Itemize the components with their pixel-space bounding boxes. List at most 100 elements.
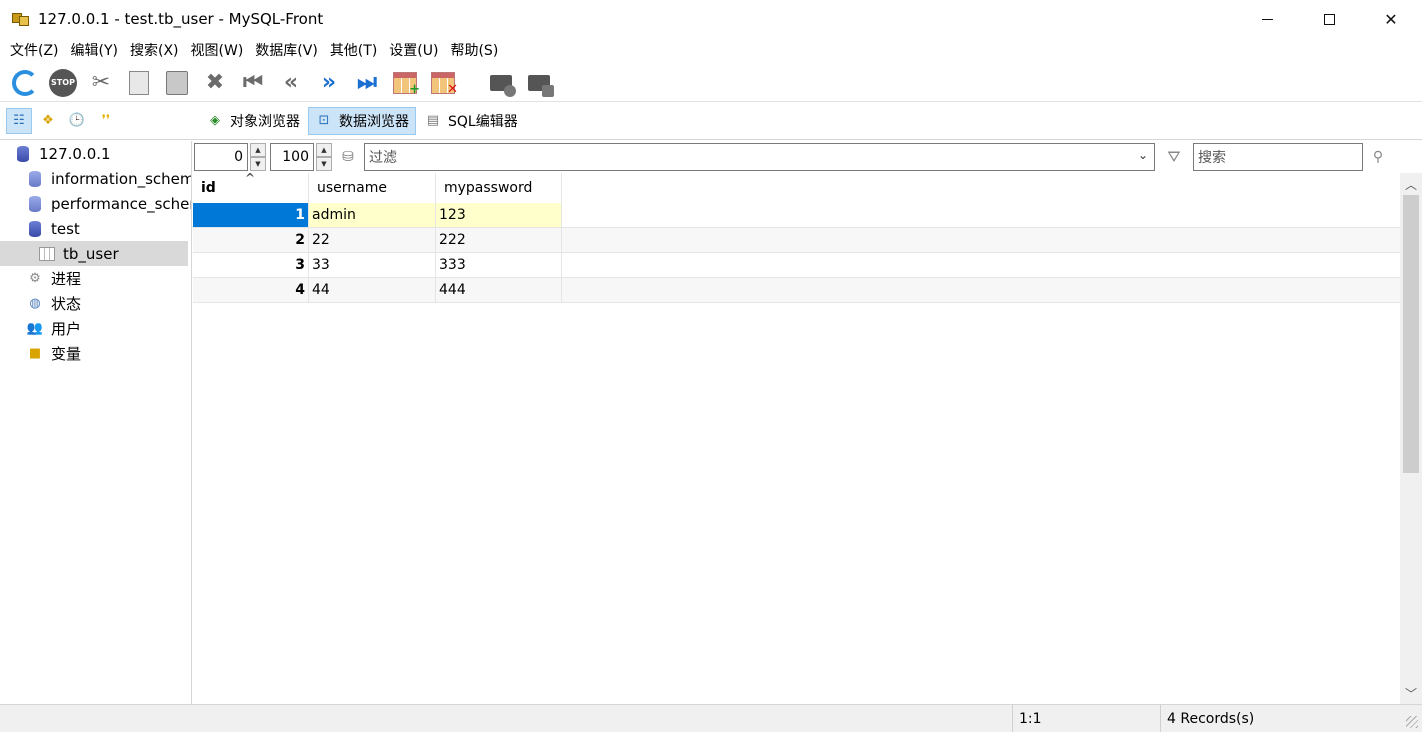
- limit-input[interactable]: 100: [270, 143, 314, 171]
- column-header-id[interactable]: id ^: [193, 171, 309, 203]
- table-row[interactable]: 4 44 444: [193, 278, 1400, 303]
- offset-input[interactable]: 0: [194, 143, 248, 171]
- cell-mypassword[interactable]: 222: [436, 228, 562, 252]
- menu-settings[interactable]: 设置(U): [383, 39, 444, 63]
- scroll-up-button[interactable]: ︿: [1400, 173, 1422, 195]
- tree-item-users[interactable]: 👥 用户: [0, 316, 191, 341]
- tree-item-test[interactable]: test: [0, 216, 191, 241]
- delete-record-button[interactable]: ✕: [424, 66, 462, 100]
- first-icon: ⏮: [243, 70, 263, 95]
- close-button[interactable]: ✕: [1360, 0, 1422, 38]
- filter-placeholder: 过滤: [369, 150, 397, 166]
- paste-button[interactable]: [158, 66, 196, 100]
- rollback-button[interactable]: [520, 66, 558, 100]
- tree-item-performance-schema[interactable]: performance_scher: [0, 191, 191, 216]
- variables-icon: ■: [28, 346, 42, 361]
- previous-record-button[interactable]: «: [272, 66, 310, 100]
- sort-ascending-icon: ^: [245, 171, 256, 185]
- tree-item-server[interactable]: 127.0.0.1: [0, 141, 191, 166]
- tree-item-status[interactable]: ◍ 状态: [0, 291, 191, 316]
- chevron-down-icon[interactable]: ⌄: [1138, 148, 1148, 162]
- cell-username[interactable]: 33: [309, 253, 436, 277]
- menu-view[interactable]: 视图(W): [185, 39, 250, 63]
- status-icon: ◍: [29, 296, 41, 311]
- cell-mypassword[interactable]: 123: [436, 203, 562, 227]
- cell-mypassword[interactable]: 444: [436, 278, 562, 302]
- minimize-button[interactable]: [1236, 0, 1298, 38]
- spin-up-icon[interactable]: ▲: [316, 143, 332, 157]
- sql-history-button[interactable]: ❜❜: [93, 108, 119, 134]
- filter-bar: 0 ▲ ▼ 100 ▲ ▼ ⛁ 过滤 ⌄ ⛛ 搜索 ⚲: [193, 141, 1422, 173]
- last-record-button[interactable]: ⏭: [348, 66, 386, 100]
- cell-username[interactable]: 22: [309, 228, 436, 252]
- bookmark-icon: ❖: [42, 113, 54, 128]
- menu-help[interactable]: 帮助(S): [444, 39, 504, 63]
- cell-username[interactable]: 44: [309, 278, 436, 302]
- next-record-button[interactable]: »: [310, 66, 348, 100]
- history-button[interactable]: 🕒: [64, 108, 90, 134]
- cursor-position: 1:1: [1012, 704, 1160, 732]
- search-button[interactable]: ⚲: [1363, 149, 1393, 165]
- object-browser-icon: ◈: [210, 113, 220, 128]
- tree-item-processes[interactable]: ⚙ 进程: [0, 266, 191, 291]
- table-row[interactable]: 1 admin 123: [193, 203, 1400, 228]
- cell-username[interactable]: admin: [309, 203, 436, 227]
- limit-toggle-button[interactable]: ⛁: [332, 149, 364, 165]
- menu-database[interactable]: 数据库(V): [249, 39, 324, 63]
- filter-input[interactable]: 过滤 ⌄: [364, 143, 1155, 171]
- tree-item-variables[interactable]: ■ 变量: [0, 341, 191, 366]
- tab-object-browser-label: 对象浏览器: [230, 113, 300, 130]
- sidebar-mode-buttons: ☷ ❖ 🕒 ❜❜: [0, 107, 200, 134]
- previous-icon: «: [283, 70, 299, 95]
- tab-object-browser[interactable]: ◈ 对象浏览器: [200, 107, 306, 135]
- delete-button[interactable]: ✖: [196, 66, 234, 100]
- column-header-username[interactable]: username: [309, 173, 436, 203]
- main-toolbar: STOP ✂ ✖ ⏮ « » ⏭ + ✕: [0, 64, 1422, 102]
- stop-button[interactable]: STOP: [44, 66, 82, 100]
- tab-data-browser[interactable]: ⊡ 数据浏览器: [308, 106, 416, 135]
- spin-up-icon[interactable]: ▲: [250, 143, 266, 157]
- grid-vertical-scrollbar[interactable]: ︿ ﹀: [1400, 173, 1422, 704]
- menu-edit[interactable]: 编辑(Y): [65, 39, 124, 63]
- commit-button[interactable]: [482, 66, 520, 100]
- cell-id[interactable]: 2: [193, 228, 309, 252]
- menu-file[interactable]: 文件(Z): [4, 39, 65, 63]
- cut-button[interactable]: ✂: [82, 66, 120, 100]
- cell-id[interactable]: 3: [193, 253, 309, 277]
- menu-other[interactable]: 其他(T): [324, 39, 383, 63]
- resize-grip-icon[interactable]: [1406, 716, 1418, 728]
- spin-down-icon[interactable]: ▼: [250, 157, 266, 171]
- close-icon: ✕: [1384, 9, 1398, 29]
- copy-button[interactable]: [120, 66, 158, 100]
- tree-item-information-schema[interactable]: information_schem: [0, 166, 191, 191]
- table-row[interactable]: 3 33 333: [193, 253, 1400, 278]
- spin-down-icon[interactable]: ▼: [316, 157, 332, 171]
- cell-id[interactable]: 1: [193, 203, 309, 227]
- first-record-button[interactable]: ⏮: [234, 66, 272, 100]
- cell-mypassword[interactable]: 333: [436, 253, 562, 277]
- apply-filter-button[interactable]: ⛛: [1155, 147, 1193, 167]
- column-header-label: mypassword: [444, 180, 533, 196]
- menu-search[interactable]: 搜索(X): [124, 39, 185, 63]
- tree-item-label: tb_user: [63, 244, 119, 263]
- offset-spinner[interactable]: ▲ ▼: [250, 143, 266, 171]
- tree-item-tb-user[interactable]: tb_user: [0, 241, 188, 266]
- refresh-button[interactable]: [6, 66, 44, 100]
- tree-icon: ☷: [13, 113, 25, 128]
- tree-view-button[interactable]: ☷: [6, 107, 32, 134]
- limit-spinner[interactable]: ▲ ▼: [316, 143, 332, 171]
- tab-sql-editor[interactable]: ▤ SQL编辑器: [418, 107, 524, 135]
- insert-record-button[interactable]: +: [386, 66, 424, 100]
- view-toolbar: ☷ ❖ 🕒 ❜❜ ◈ 对象浏览器 ⊡ 数据浏览器 ▤ SQL编辑器: [0, 102, 1422, 140]
- table-row[interactable]: 2 22 222: [193, 228, 1400, 253]
- scrollbar-thumb[interactable]: [1403, 195, 1419, 473]
- server-icon: [14, 145, 32, 163]
- maximize-button[interactable]: [1298, 0, 1360, 38]
- column-header-mypassword[interactable]: mypassword: [436, 173, 562, 203]
- search-input[interactable]: 搜索: [1193, 143, 1363, 171]
- clock-icon: 🕒: [68, 113, 86, 128]
- window-title: 127.0.0.1 - test.tb_user - MySQL-Front: [38, 10, 324, 28]
- scroll-down-button[interactable]: ﹀: [1400, 682, 1422, 704]
- bookmarks-button[interactable]: ❖: [35, 108, 61, 134]
- cell-id[interactable]: 4: [193, 278, 309, 302]
